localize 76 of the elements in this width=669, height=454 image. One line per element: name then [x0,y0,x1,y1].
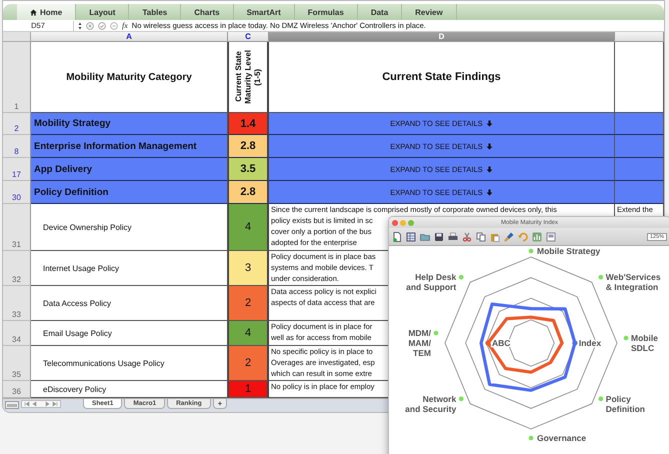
legend-dot [458,396,464,402]
document-icon[interactable] [392,232,402,242]
column-header[interactable] [615,32,664,42]
row-header[interactable]: 17 [3,158,31,181]
close-button[interactable] [392,220,398,226]
scissors-icon[interactable] [462,232,472,242]
table-cell: 2 [228,286,269,321]
legend-dot [598,274,604,280]
table-cell: 2.8 [228,135,269,158]
circle-icon[interactable] [110,22,118,30]
row-header[interactable]: 36 [3,381,31,398]
table-cell [615,135,664,158]
legend-dot [624,336,628,340]
printer-icon[interactable] [448,232,458,242]
legend-dot [528,436,534,440]
table-cell: 3 [228,251,269,286]
down-arrow-icon [486,142,493,150]
row-header[interactable]: 34 [3,321,31,346]
row-header[interactable]: 32 [3,251,31,286]
stepper-icon[interactable] [78,22,82,30]
row-header[interactable]: 35 [3,346,31,381]
paste-icon[interactable] [490,232,500,242]
function-button[interactable]: fx [122,21,128,30]
down-arrow-icon [486,188,493,196]
save-icon[interactable] [434,232,444,242]
axis-label: Mobile SDLC [631,333,658,353]
axis-label: Policy Definition [606,394,646,414]
row-header[interactable]: 1 [3,42,31,113]
table-cell [615,113,664,135]
row-header[interactable]: 2 [3,113,31,135]
column-header[interactable]: A [31,32,228,42]
table-cell: 1 [228,381,269,398]
axis-label: Help Desk and Support [406,272,456,292]
table-cell: 2.8 [228,181,269,204]
ribbon-tab[interactable]: Home [17,4,76,20]
sheet-navigation-icon[interactable] [21,400,61,408]
chart-icon[interactable] [532,232,542,242]
folder-icon[interactable] [420,232,430,242]
row-header[interactable]: 30 [3,181,31,204]
table-cell: Policy Definition [31,181,228,204]
copy-icon[interactable] [476,232,486,242]
column-header[interactable]: C [228,32,269,42]
axis-label: MDM/ MAM/ TEM [408,328,431,358]
check-icon[interactable] [98,22,106,30]
brush-icon[interactable] [504,232,514,242]
legend-dot [434,330,438,336]
legend-dot [528,248,534,254]
table-cell: 4 [228,204,269,251]
home-icon [30,8,37,16]
table-cell: Enterprise Information Management [31,135,228,158]
column-title: Current State Maturity Level (1-5) [234,50,262,104]
table-cell: App Delivery [31,158,228,181]
legend-dot [598,396,604,402]
down-arrow-icon [486,166,493,172]
zoom-button[interactable] [408,220,414,226]
row-header[interactable]: 8 [3,135,31,158]
axis-label: Mobile Strategy [537,246,600,256]
table-cell: 1.4 [228,113,269,135]
cancel-icon[interactable] [86,22,94,30]
axis-label: Network and Security [405,394,456,414]
row-header[interactable]: 31 [3,204,31,251]
down-arrow-icon [486,120,493,127]
gallery-icon[interactable] [546,232,556,242]
table-cell [615,158,664,181]
axis-label: Governance [537,433,586,443]
table-cell: 3.5 [228,158,269,181]
table-cell: 4 [228,321,269,346]
table-icon[interactable] [406,232,416,242]
table-cell: Mobility Strategy [31,113,228,135]
legend-dot [458,274,464,280]
undo-icon[interactable] [518,232,528,242]
table-cell: 2 [228,346,269,381]
axis-label: Web'Services & Integration [606,272,661,292]
page-view-icon[interactable] [5,401,19,409]
row-header[interactable]: 33 [3,286,31,321]
select-all-button[interactable] [3,32,31,42]
